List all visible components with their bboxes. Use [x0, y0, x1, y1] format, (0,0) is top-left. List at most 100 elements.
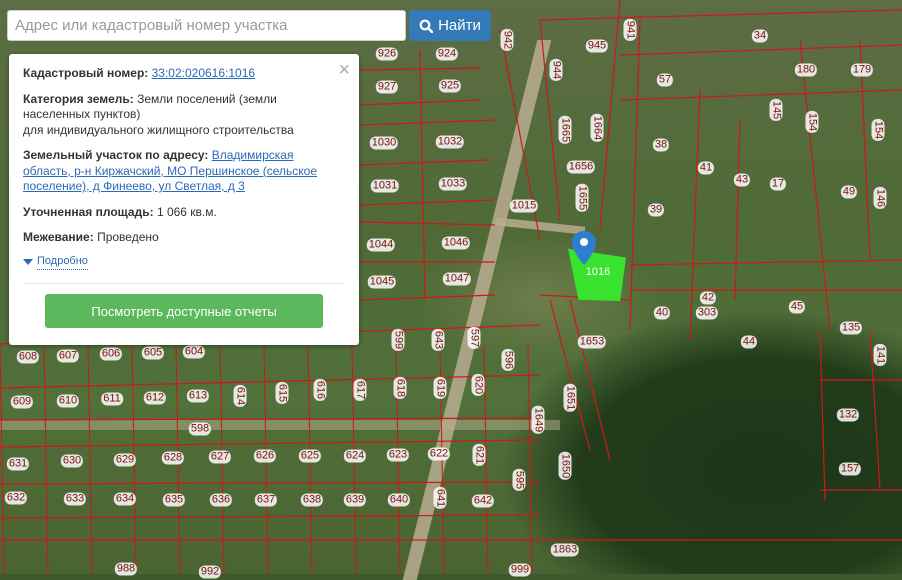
parcel-number-label: 634 [113, 492, 137, 506]
parcel-number-label: 612 [143, 391, 167, 405]
parcel-number-label: 146 [873, 186, 887, 210]
parcel-boundary [619, 44, 902, 56]
parcel-number-label: 620 [471, 373, 485, 397]
parcel-boundary [419, 49, 426, 301]
view-reports-button[interactable]: Посмотреть доступные отчеты [45, 294, 323, 328]
search-button[interactable]: Найти [409, 10, 491, 41]
parcel-number-label: 633 [63, 492, 87, 506]
parcel-number-label: 615 [275, 381, 289, 405]
parcel-number-label: 611 [101, 392, 123, 406]
parcel-number-label: 630 [60, 454, 84, 468]
parcel-number-label: 607 [56, 349, 80, 363]
caret-down-icon [23, 258, 33, 265]
parcel-number-label: 625 [298, 449, 322, 463]
parcel-boundary [0, 439, 541, 448]
parcel-number-label: 643 [431, 328, 445, 352]
parcel-number-label: 624 [343, 449, 367, 463]
parcel-number-label: 1015 [509, 199, 539, 213]
parcel-number-label: 604 [182, 345, 206, 359]
parcel-number-label: 627 [208, 450, 232, 464]
survey-row: Межевание: Проведено [23, 230, 347, 246]
details-toggle[interactable]: Подробно [23, 254, 347, 270]
cadastral-number-row: Кадастровый номер: 33:02:020616:1016 [23, 66, 347, 82]
parcel-boundary [0, 514, 541, 519]
parcel-number-label: 608 [16, 350, 40, 364]
parcel-number-label: 599 [391, 328, 405, 352]
parcel-number-label: 135 [839, 321, 863, 335]
map-marker-icon[interactable] [572, 231, 596, 265]
parcel-boundary [359, 159, 491, 166]
parcel-number-label: 609 [10, 395, 34, 409]
parcel-boundary [359, 99, 481, 106]
parcel-number-label: 631 [6, 457, 30, 471]
parcel-number-label: 57 [656, 73, 674, 87]
parcel-number-label: 992 [198, 565, 222, 579]
parcel-boundary [689, 89, 701, 341]
parcel-number-label: 1650 [558, 451, 572, 481]
parcel-number-label: 638 [300, 493, 324, 507]
address-row: Земельный участок по адресу: Владимирска… [23, 148, 333, 195]
parcel-boundary [819, 329, 826, 501]
parcel-number-label: 924 [435, 47, 459, 61]
divider [23, 283, 343, 284]
selected-parcel-label: 1016 [585, 266, 611, 278]
search-button-label: Найти [438, 17, 481, 34]
parcel-number-label: 1046 [441, 236, 471, 250]
parcel-number-label: 1044 [366, 238, 396, 252]
parcel-info-popup: × Кадастровый номер: 33:02:020616:1016 К… [9, 54, 359, 345]
parcel-number-label: 636 [209, 493, 233, 507]
parcel-number-label: 626 [253, 449, 277, 463]
parcel-number-label: 1651 [563, 383, 577, 413]
close-icon[interactable]: × [338, 60, 350, 80]
parcel-number-label: 642 [471, 494, 495, 508]
parcel-number-label: 623 [386, 448, 410, 462]
cadastral-number-link[interactable]: 33:02:020616:1016 [152, 66, 255, 80]
search-input[interactable] [7, 10, 406, 41]
area-label: Уточненная площадь: [23, 204, 154, 219]
parcel-number-label: 1031 [370, 179, 400, 193]
parcel-number-label: 605 [141, 346, 165, 360]
parcel-number-label: 635 [162, 493, 186, 507]
survey-label: Межевание: [23, 230, 94, 244]
parcel-boundary [527, 344, 533, 574]
parcel-boundary [629, 259, 902, 266]
parcel-boundary [359, 199, 496, 206]
parcel-number-label: 179 [850, 63, 874, 77]
parcel-number-label: 617 [353, 378, 367, 402]
parcel-number-label: 1032 [435, 135, 465, 149]
parcel-number-label: 141 [873, 343, 887, 367]
parcel-number-label: 42 [699, 291, 717, 305]
parcel-boundary [569, 299, 611, 461]
parcel-number-label: 1653 [577, 335, 607, 349]
survey-value: Проведено [97, 230, 159, 244]
parcel-number-label: 945 [585, 39, 609, 53]
parcel-number-label: 145 [769, 98, 783, 122]
parcel-number-label: 621 [472, 443, 486, 467]
land-category-label: Категория земель: [23, 91, 134, 106]
parcel-boundary [87, 344, 93, 574]
parcel-number-label: 925 [438, 79, 462, 93]
parcel-boundary [359, 119, 496, 126]
parcel-number-label: 1045 [367, 275, 397, 289]
parcel-number-label: 942 [500, 28, 514, 52]
cadastral-number-label: Кадастровый номер: [23, 66, 149, 80]
land-category-row: Категория земель: Земли поселений (земли… [23, 92, 313, 139]
parcel-number-label: 618 [393, 376, 407, 400]
parcel-number-label: 1665 [558, 115, 572, 145]
parcel-number-label: 927 [375, 80, 399, 94]
parcel-number-label: 1863 [550, 543, 580, 557]
parcel-number-label: 1656 [566, 160, 596, 174]
parcel-number-label: 41 [697, 161, 715, 175]
parcel-number-label: 39 [647, 203, 665, 217]
parcel-number-label: 44 [740, 335, 758, 349]
parcel-number-label: 1047 [442, 272, 472, 286]
parcel-number-label: 45 [788, 300, 806, 314]
parcel-number-label: 613 [186, 389, 210, 403]
parcel-boundary [734, 119, 741, 301]
parcel-number-label: 157 [838, 462, 862, 476]
address-label: Земельный участок по адресу: [23, 148, 209, 162]
parcel-number-label: 1655 [575, 183, 589, 213]
parcel-boundary [799, 39, 831, 331]
parcel-number-label: 154 [871, 118, 885, 142]
details-label: Подробно [37, 254, 88, 270]
